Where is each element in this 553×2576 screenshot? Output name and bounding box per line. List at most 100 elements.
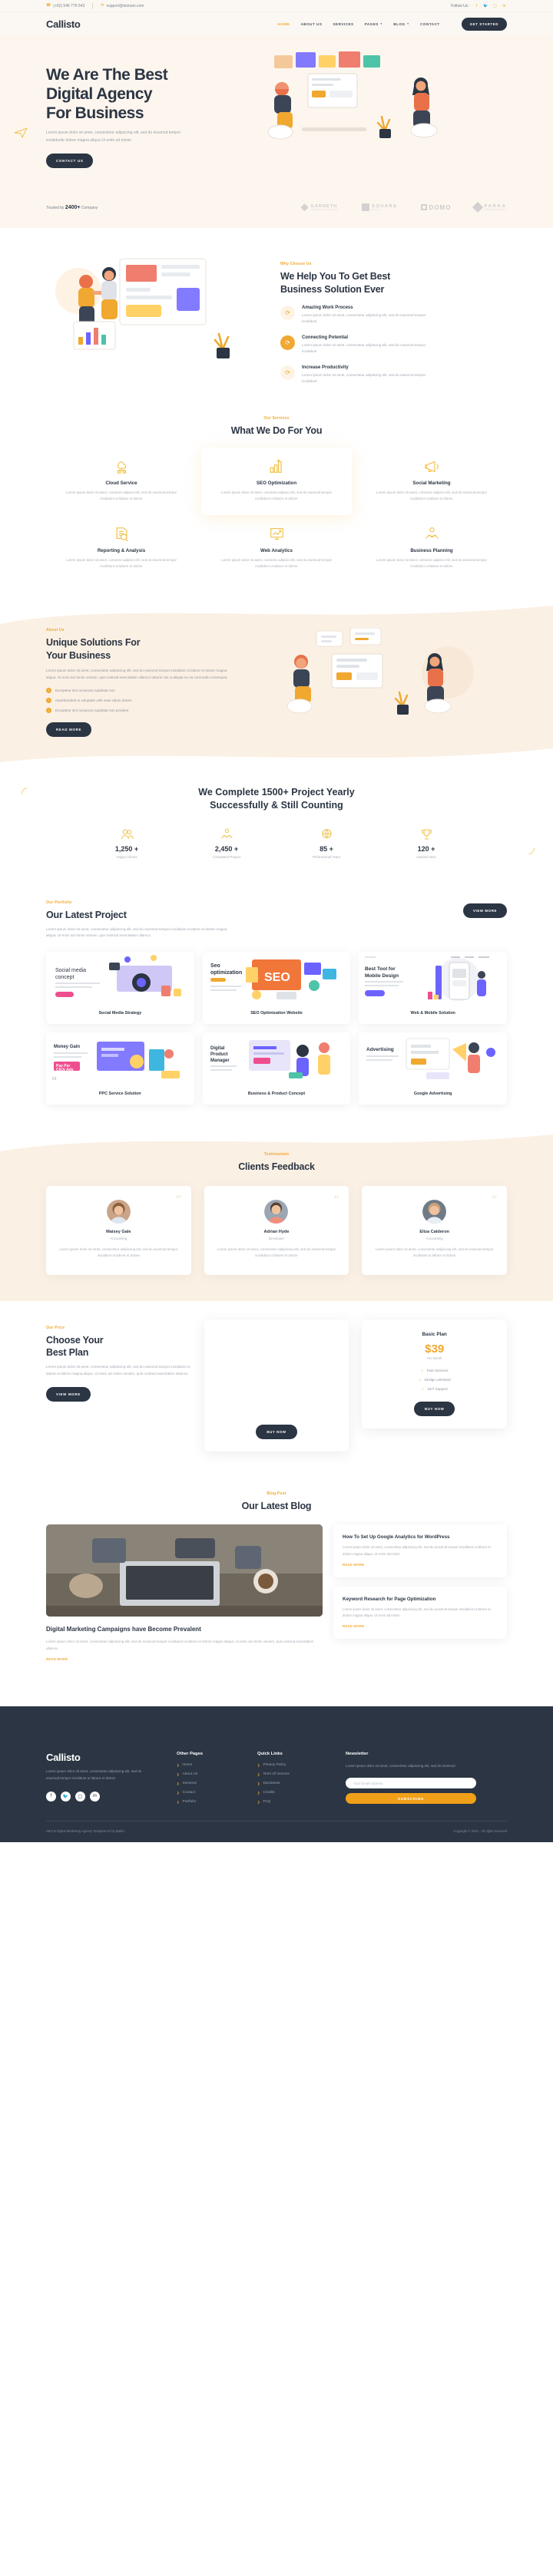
nav-item-contact[interactable]: CONTACT bbox=[420, 22, 440, 26]
pricing-view-more-button[interactable]: VIEW MORE bbox=[46, 1387, 91, 1402]
portfolio-card-social-media-strategy[interactable]: Social media concept Social Media Strate… bbox=[46, 952, 194, 1025]
blog-title: Our Latest Blog bbox=[241, 1500, 312, 1511]
svg-text:SEO: SEO bbox=[264, 971, 290, 984]
portfolio-card-google-advertising[interactable]: Advertising Google Advertising bbox=[359, 1032, 507, 1105]
site-footer: Callisto Lorem ipsum dolor sit amet, con… bbox=[0, 1706, 553, 1843]
footer-link-home[interactable]: ❯ Home bbox=[177, 1763, 257, 1767]
chevron-right-icon: ❯ bbox=[257, 1800, 260, 1805]
client-logo-row: GARRETH CREATIVE STUDIO SQUARE PIXEL DOMO … bbox=[300, 202, 507, 213]
brand-logo[interactable]: Callisto bbox=[46, 18, 81, 30]
topbar-divider bbox=[92, 2, 94, 9]
twitter-icon[interactable]: 🐦 bbox=[483, 3, 488, 8]
nav-item-about-us[interactable]: ABOUT US bbox=[300, 22, 322, 26]
nav-item-blog[interactable]: BLOG ▼ bbox=[393, 22, 409, 26]
linkedin-icon[interactable]: in bbox=[90, 1791, 100, 1802]
footer-link-about-us[interactable]: ❯ About Us bbox=[177, 1772, 257, 1776]
footer-link-credits[interactable]: ❯ Credits bbox=[257, 1791, 338, 1795]
footer-link-contact[interactable]: ❯ Contact bbox=[177, 1791, 257, 1795]
footer-link-label: Privacy Policy bbox=[263, 1763, 286, 1768]
portfolio-card-business-product-concept[interactable]: Digital Product Manager Business & Produ… bbox=[202, 1032, 351, 1105]
footer-link-faq[interactable]: ❯ FAQ bbox=[257, 1800, 338, 1804]
footer-wave-decor bbox=[0, 1706, 553, 1738]
feature-text: Lorem ipsum dolor sit amet, consectetur … bbox=[302, 372, 426, 384]
about-title-line1: Unique Solutions For bbox=[46, 637, 141, 649]
topbar-phone[interactable]: ☎ (+62) 546 776 543 bbox=[46, 4, 84, 8]
footer-link-privacy-policy[interactable]: ❯ Privacy Policy bbox=[257, 1763, 338, 1767]
testimonial-name: Eliza Calderon bbox=[419, 1229, 449, 1234]
web-analytics-icon bbox=[215, 526, 338, 543]
footer-logo[interactable]: Callisto bbox=[46, 1752, 177, 1763]
testimonial-role: Accounting bbox=[110, 1236, 127, 1240]
blog-main-readmore-link[interactable]: READ MORE bbox=[46, 1657, 323, 1661]
get-started-button[interactable]: GET STARTED bbox=[461, 17, 507, 31]
checklist-label: Excepteur sint occaecat cupidatat non pr… bbox=[55, 708, 129, 713]
pricing-eyebrow: Our Price bbox=[46, 1325, 65, 1330]
plan-name: Basic Plan bbox=[422, 1331, 447, 1337]
nav-item-pages[interactable]: PAGES ▼ bbox=[365, 22, 383, 26]
pricing-card-blank[interactable]: BUY NOW bbox=[204, 1319, 349, 1451]
blog-side-post[interactable]: How To Set Up Google Analytics for WordP… bbox=[333, 1524, 507, 1577]
service-card-business-planning[interactable]: Business Planning Lorem ipsum dolor sit … bbox=[356, 515, 507, 583]
feature-item: ⟳ Connecting Potential Lorem ipsum dolor… bbox=[280, 335, 507, 355]
svg-text:Best Tool for: Best Tool for bbox=[365, 966, 396, 972]
seo-chart-icon bbox=[215, 458, 338, 475]
portfolio-card-seo-optimization-website[interactable]: Seo optimization SEO SEO Optimization We… bbox=[202, 952, 351, 1025]
chevron-right-icon: ❯ bbox=[177, 1791, 180, 1795]
instagram-icon[interactable]: ▢ bbox=[75, 1791, 85, 1802]
portfolio-thumbnail: Money Gain Pay Per Click Ads 01 bbox=[46, 1032, 194, 1084]
service-card-social-marketing[interactable]: Social Marketing Lorem ipsum dolor sit a… bbox=[356, 447, 507, 515]
testimonials-title: Clients Feedback bbox=[238, 1161, 315, 1173]
blog-side-readmore-link[interactable]: READ MORE bbox=[343, 1624, 498, 1628]
footer-link-label: About Us bbox=[182, 1772, 198, 1777]
footer-column-quick-links: Quick Links ❯ Privacy Policy ❯ Term Of Ser… bbox=[257, 1752, 338, 1804]
twitter-icon[interactable]: 🐦 bbox=[61, 1791, 71, 1802]
plan-period: Per Month bbox=[427, 1356, 442, 1360]
service-card-seo-optimization[interactable]: SEO Optimization Lorem ipsum dolor sit a… bbox=[201, 447, 352, 515]
portfolio-paragraph: Lorem ipsum dolor sit amet, consectetur … bbox=[46, 926, 227, 938]
trusted-count: 2400+ bbox=[65, 204, 81, 210]
read-more-button[interactable]: READ MORE bbox=[46, 722, 92, 738]
blog-main-post[interactable]: Digital Marketing Campaigns have Become … bbox=[46, 1524, 323, 1661]
chevron-right-icon: ❯ bbox=[177, 1763, 180, 1768]
facebook-icon[interactable]: f bbox=[46, 1791, 56, 1802]
footer-link-services[interactable]: ❯ Services bbox=[177, 1782, 257, 1785]
blog-side-post[interactable]: Keyword Research for Page Optimization L… bbox=[333, 1586, 507, 1640]
why-choose-us-section: Why Choose Us We Help You To Get Best Bu… bbox=[0, 228, 553, 404]
instagram-icon[interactable]: ▢ bbox=[492, 3, 498, 8]
view-more-button[interactable]: VIEW MORE bbox=[462, 903, 507, 919]
buy-now-button[interactable]: BUY NOW bbox=[256, 1424, 297, 1439]
footer-link-term-of-service[interactable]: ❯ Term Of Service bbox=[257, 1772, 338, 1776]
blog-side-title: How To Set Up Google Analytics for WordP… bbox=[343, 1534, 450, 1541]
newsletter-email-input[interactable]: Your Email Address bbox=[346, 1778, 476, 1789]
footer-column-title: Newsletter bbox=[346, 1752, 369, 1757]
service-card-web-analytics[interactable]: Web Analytics Lorem ipsum dolor sit amet… bbox=[201, 515, 352, 583]
why-title-line2: Business Solution Ever bbox=[280, 283, 385, 295]
pricing-card-basic-plan[interactable]: Basic Plan $39 Per Month ✓ Fast Services … bbox=[362, 1319, 507, 1428]
nav-label: BLOG bbox=[393, 21, 406, 26]
blog-side-readmore-link[interactable]: READ MORE bbox=[343, 1563, 498, 1567]
top-bar: ☎ (+62) 546 776 543 ✉ support@domain.com… bbox=[0, 0, 553, 12]
footer-link-disclaimer[interactable]: ❯ Disclaimer bbox=[257, 1782, 338, 1785]
why-title-line1: We Help You To Get Best bbox=[280, 271, 391, 282]
refresh-icon: ⟳ bbox=[280, 365, 295, 380]
footer-bottom-bar: SEO & Digital Marketing Agency Template … bbox=[46, 1821, 507, 1842]
main-navbar: Callisto HOME ABOUT US SERVICES PAGES ▼ B… bbox=[0, 12, 553, 35]
service-card-reporting-analysis[interactable]: Reporting & Analysis Lorem ipsum dolor s… bbox=[46, 515, 197, 583]
contact-us-button[interactable]: CONTACT US bbox=[46, 154, 94, 169]
nav-item-home[interactable]: HOME bbox=[278, 22, 290, 26]
portfolio-card-ppc-service-solution[interactable]: Money Gain Pay Per Click Ads 01 PPC Serv… bbox=[46, 1032, 194, 1105]
topbar-email[interactable]: ✉ support@domain.com bbox=[101, 4, 144, 8]
subscribe-button[interactable]: SUBSCRIBE bbox=[346, 1793, 476, 1805]
chevron-down-icon: ▼ bbox=[406, 22, 410, 25]
service-text: Lorem ipsum dolor sit amet, consecte adi… bbox=[221, 557, 332, 569]
refresh-icon: ⟳ bbox=[280, 335, 295, 350]
portfolio-caption: Google Advertising bbox=[413, 1091, 452, 1097]
service-card-cloud-service[interactable]: Cloud Service Lorem ipsum dolor sit amet… bbox=[46, 447, 197, 515]
portfolio-card-web-mobile-solution[interactable]: Best Tool for Mobile Design Web & Mobile… bbox=[359, 952, 507, 1025]
buy-now-button[interactable]: BUY NOW bbox=[413, 1401, 455, 1416]
facebook-icon[interactable]: f bbox=[474, 3, 479, 8]
chevron-right-icon: ❯ bbox=[257, 1782, 260, 1786]
footer-link-portfolio[interactable]: ❯ Portfolio bbox=[177, 1800, 257, 1804]
linkedin-icon[interactable]: in bbox=[502, 3, 507, 8]
nav-item-services[interactable]: SERVICES bbox=[333, 22, 353, 26]
